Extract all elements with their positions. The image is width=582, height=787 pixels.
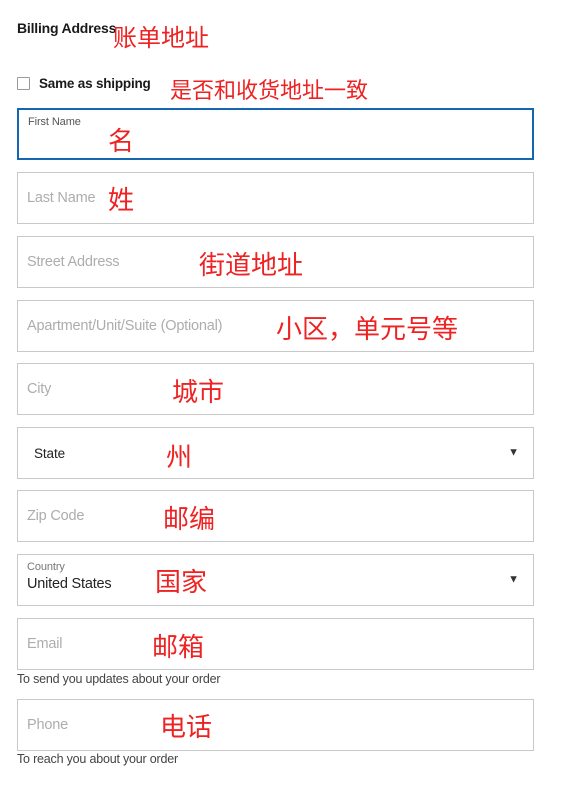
page-title: Billing Address bbox=[17, 20, 117, 36]
country-select[interactable]: Country United States ▼ bbox=[17, 554, 534, 606]
street-address-placeholder: Street Address bbox=[27, 254, 120, 270]
zip-code-placeholder: Zip Code bbox=[27, 508, 85, 524]
first-name-field[interactable]: First Name bbox=[17, 108, 534, 160]
email-helper-text: To send you updates about your order bbox=[17, 672, 221, 686]
state-select[interactable]: State ▼ bbox=[17, 427, 534, 479]
checkbox-unchecked-icon[interactable] bbox=[17, 77, 30, 90]
city-field[interactable]: City bbox=[17, 363, 534, 415]
billing-address-form: Billing Address 账单地址 Same as shipping 是否… bbox=[0, 0, 582, 787]
last-name-field[interactable]: Last Name bbox=[17, 172, 534, 224]
email-field[interactable]: Email bbox=[17, 618, 534, 670]
apartment-field[interactable]: Apartment/Unit/Suite (Optional) bbox=[17, 300, 534, 352]
state-selected-value: State bbox=[34, 445, 66, 461]
zip-code-field[interactable]: Zip Code bbox=[17, 490, 534, 542]
city-placeholder: City bbox=[27, 381, 52, 397]
phone-placeholder: Phone bbox=[27, 717, 68, 733]
apartment-placeholder: Apartment/Unit/Suite (Optional) bbox=[27, 318, 223, 334]
last-name-placeholder: Last Name bbox=[27, 190, 96, 206]
email-placeholder: Email bbox=[27, 636, 63, 652]
first-name-label: First Name bbox=[28, 116, 81, 128]
chevron-down-icon[interactable]: ▼ bbox=[508, 447, 519, 459]
same-as-shipping-label: Same as shipping bbox=[39, 76, 151, 91]
same-as-shipping-row[interactable]: Same as shipping bbox=[17, 76, 151, 91]
annotation-billing-address: 账单地址 bbox=[113, 24, 209, 52]
phone-field[interactable]: Phone bbox=[17, 699, 534, 751]
annotation-same-as-shipping: 是否和收货地址一致 bbox=[170, 79, 369, 104]
street-address-field[interactable]: Street Address bbox=[17, 236, 534, 288]
country-selected-value: United States bbox=[27, 576, 112, 592]
phone-helper-text: To reach you about your order bbox=[17, 752, 178, 766]
country-label: Country bbox=[27, 561, 65, 573]
chevron-down-icon[interactable]: ▼ bbox=[508, 574, 519, 586]
